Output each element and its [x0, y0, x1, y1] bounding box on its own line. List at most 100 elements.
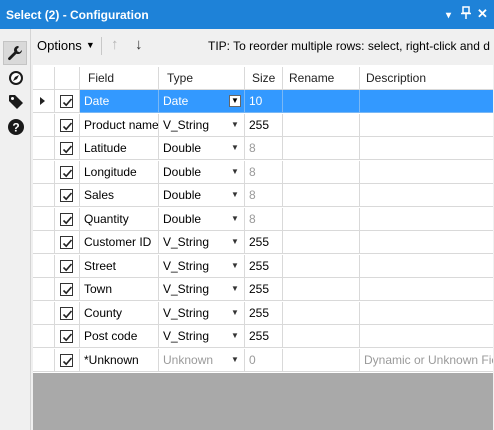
row-checkbox-cell[interactable] — [55, 90, 80, 113]
chevron-down-icon[interactable]: ▼ — [229, 307, 241, 319]
rename-cell[interactable] — [283, 184, 360, 207]
size-cell[interactable]: 8 — [245, 137, 283, 160]
chevron-down-icon[interactable]: ▼ — [229, 354, 241, 366]
row-indicator[interactable] — [33, 160, 55, 184]
size-cell[interactable]: 255 — [245, 113, 283, 137]
description-cell[interactable] — [360, 231, 493, 254]
type-select[interactable]: V_String ▼ — [159, 254, 245, 278]
tag-icon[interactable] — [7, 93, 25, 111]
description-cell[interactable]: Dynamic or Unknown Fiel — [360, 349, 493, 372]
compass-icon[interactable] — [7, 69, 25, 87]
row-indicator[interactable] — [33, 207, 55, 231]
chevron-down-icon[interactable]: ▼ — [229, 236, 241, 248]
column-header-type[interactable]: Type — [159, 67, 245, 90]
field-name-cell[interactable]: Date — [80, 90, 159, 113]
column-header-size[interactable]: Size — [245, 67, 283, 90]
chevron-down-icon[interactable]: ▼ — [229, 260, 241, 272]
type-select[interactable]: V_String ▼ — [159, 325, 245, 348]
rename-cell[interactable] — [283, 348, 360, 372]
table-row[interactable]: Sales Double ▼ 8 — [33, 184, 493, 207]
rename-cell[interactable] — [283, 325, 360, 348]
rename-cell[interactable] — [283, 254, 360, 278]
help-icon[interactable]: ? — [7, 118, 25, 136]
type-select[interactable]: V_String ▼ — [159, 231, 245, 254]
field-name-cell[interactable]: Quantity — [80, 207, 159, 231]
table-row[interactable]: Customer ID V_String ▼ 255 — [33, 231, 493, 254]
size-cell[interactable]: 8 — [245, 184, 283, 207]
field-name-cell[interactable]: Longitude — [80, 160, 159, 184]
row-indicator[interactable] — [33, 113, 55, 137]
window-menu-icon[interactable]: ▾ — [446, 8, 451, 24]
rename-cell[interactable] — [283, 90, 360, 113]
field-name-cell[interactable]: Town — [80, 278, 159, 301]
checkbox[interactable] — [60, 165, 73, 179]
checkbox[interactable] — [60, 189, 73, 202]
row-indicator[interactable] — [33, 231, 55, 254]
description-cell[interactable] — [360, 184, 493, 207]
type-select[interactable]: Double ▼ — [159, 160, 245, 184]
row-checkbox-cell[interactable] — [55, 254, 80, 278]
description-cell[interactable] — [360, 255, 493, 278]
close-icon[interactable]: ✕ — [477, 6, 488, 22]
description-cell[interactable] — [360, 161, 493, 184]
type-select[interactable]: Double ▼ — [159, 184, 245, 207]
size-cell[interactable]: 255 — [245, 278, 283, 301]
row-checkbox-cell[interactable] — [55, 137, 80, 160]
row-checkbox-cell[interactable] — [55, 160, 80, 184]
row-checkbox-cell[interactable] — [55, 184, 80, 207]
checkbox[interactable] — [60, 142, 73, 155]
table-row[interactable]: Latitude Double ▼ 8 — [33, 137, 493, 160]
type-select[interactable]: V_String ▼ — [159, 113, 245, 137]
size-cell[interactable]: 255 — [245, 325, 283, 348]
type-select[interactable]: V_String ▼ — [159, 278, 245, 301]
description-cell[interactable] — [360, 302, 493, 325]
description-cell[interactable] — [360, 137, 493, 160]
row-checkbox-cell[interactable] — [55, 278, 80, 301]
table-row[interactable]: Longitude Double ▼ 8 — [33, 160, 493, 184]
rename-cell[interactable] — [283, 278, 360, 301]
checkbox[interactable] — [60, 236, 73, 249]
rename-cell[interactable] — [283, 231, 360, 254]
rename-cell[interactable] — [283, 113, 360, 137]
move-up-icon[interactable]: ↑ — [111, 36, 119, 53]
size-cell[interactable]: 0 — [245, 348, 283, 372]
table-row[interactable]: County V_String ▼ 255 — [33, 301, 493, 325]
table-row[interactable]: Quantity Double ▼ 8 — [33, 207, 493, 231]
field-name-cell[interactable]: Post code — [80, 325, 159, 348]
chevron-down-icon[interactable]: ▼ — [229, 213, 241, 225]
table-row[interactable]: *Unknown Unknown ▼ 0 Dynamic or Unknown Fiel — [33, 348, 493, 372]
type-select[interactable]: Unknown ▼ — [159, 348, 245, 372]
field-name-cell[interactable]: County — [80, 301, 159, 325]
size-cell[interactable]: 255 — [245, 231, 283, 254]
description-cell[interactable] — [360, 114, 493, 137]
column-header-rename[interactable]: Rename — [283, 67, 360, 90]
size-cell[interactable]: 255 — [245, 254, 283, 278]
checkbox[interactable] — [60, 212, 73, 226]
row-indicator[interactable] — [33, 301, 55, 325]
type-select[interactable]: Double ▼ — [159, 207, 245, 231]
pin-icon[interactable] — [461, 6, 471, 24]
row-checkbox-cell[interactable] — [55, 325, 80, 348]
rename-cell[interactable] — [283, 160, 360, 184]
checkbox[interactable] — [60, 330, 73, 343]
rename-cell[interactable] — [283, 207, 360, 231]
column-header-description[interactable]: Description — [360, 67, 493, 90]
field-name-cell[interactable]: Latitude — [80, 137, 159, 160]
table-row[interactable]: Street V_String ▼ 255 — [33, 254, 493, 278]
description-cell[interactable] — [360, 278, 493, 301]
size-cell[interactable]: 255 — [245, 301, 283, 325]
row-indicator[interactable] — [33, 90, 55, 113]
row-indicator[interactable] — [33, 348, 55, 372]
checkbox[interactable] — [60, 283, 73, 296]
checkbox[interactable] — [60, 353, 73, 367]
checkbox[interactable] — [60, 306, 73, 320]
table-row[interactable]: Town V_String ▼ 255 — [33, 278, 493, 301]
description-cell[interactable] — [360, 90, 493, 113]
description-cell[interactable] — [360, 208, 493, 231]
chevron-down-icon[interactable]: ▼ — [229, 189, 241, 201]
size-cell[interactable]: 8 — [245, 160, 283, 184]
chevron-down-icon[interactable]: ▼ — [229, 95, 241, 107]
chevron-down-icon[interactable]: ▼ — [229, 283, 241, 295]
column-header-field[interactable]: Field — [80, 67, 159, 90]
field-name-cell[interactable]: Product name — [80, 113, 159, 137]
